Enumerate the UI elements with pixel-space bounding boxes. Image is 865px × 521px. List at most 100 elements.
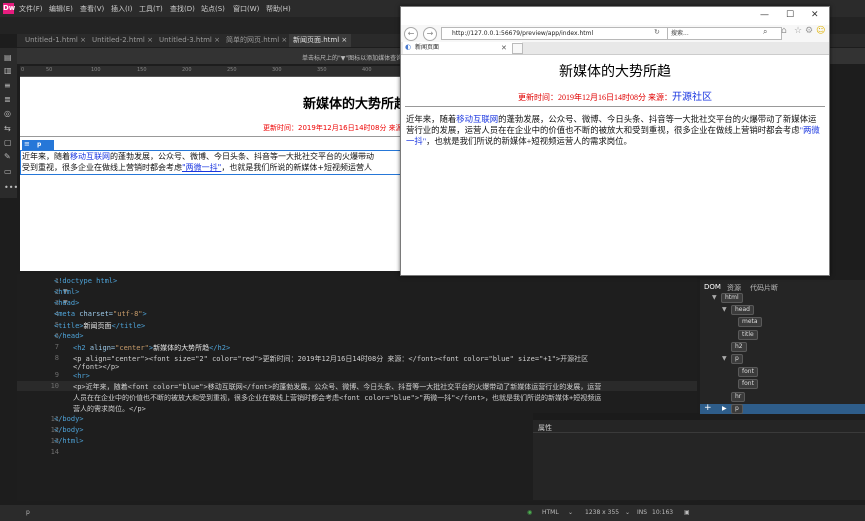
menu-site[interactable]: 站点(S) [201, 4, 225, 14]
browser-window: — ☐ ✕ ← → http://127.0.0.1:56679/preview… [400, 6, 830, 276]
chevron-down-icon[interactable]: ⌄ [625, 509, 630, 516]
format-icon[interactable]: ≡ [4, 82, 13, 90]
chat-icon[interactable]: ▭ [4, 168, 13, 176]
expand-icon[interactable]: ▶ [722, 405, 727, 412]
line-number: 9 [54, 371, 59, 379]
code-line: </head> [54, 332, 84, 340]
code-line: <h2 align="center">新媒体的大势所趋</h2> [73, 343, 230, 353]
tab-dom[interactable]: DOM [704, 283, 721, 291]
file-icon[interactable]: ▤ [4, 54, 13, 62]
menu-find[interactable]: 查找(D) [170, 4, 195, 14]
tab-assets[interactable]: 资源 [727, 283, 741, 293]
language-select[interactable]: HTML [542, 509, 559, 516]
dom-node-head[interactable]: head [731, 305, 754, 315]
expand-icon[interactable]: ▼ [722, 306, 727, 313]
tab-untitled-1[interactable]: Untitled-1.html × [21, 34, 90, 47]
back-button[interactable]: ← [404, 27, 418, 41]
code-token: <!doctype html> [54, 277, 118, 285]
target-icon[interactable]: ◎ [4, 110, 13, 118]
close-tab-icon[interactable]: ✕ [501, 42, 507, 54]
menu-edit[interactable]: 编辑(E) [49, 4, 73, 14]
minimize-button[interactable]: — [760, 10, 769, 20]
code-token: 新闻页面 [83, 322, 112, 330]
ruler-tick: 250 [227, 67, 237, 73]
menu-window[interactable]: 窗口(W) [233, 4, 259, 14]
live-view[interactable]: 新媒体的大势所趋 更新时间：2019年12月16日14时08分 来源： ≡ p … [20, 77, 400, 271]
edit-icon[interactable]: ✎ [4, 153, 13, 161]
new-tab-button[interactable] [512, 43, 523, 54]
dom-node-meta[interactable]: meta [738, 317, 762, 327]
cursor-position: 10:163 [652, 509, 674, 516]
live-date-line[interactable]: 更新时间：2019年12月16日14时08分 来源： [263, 123, 400, 133]
dom-node-h2[interactable]: h2 [731, 342, 747, 352]
refresh-icon[interactable]: ↻ [654, 28, 660, 36]
ruler-tick: 350 [317, 67, 327, 73]
date-text: 更新时间：2019年12月16日14时08分 来源： [518, 93, 672, 102]
live-paragraph[interactable]: 近年来，随着移动互联网的蓬勃发展，公众号、微博、今日头条、抖音等一大批社交平台的… [22, 151, 400, 173]
window-size[interactable]: 1238 x 355 [585, 509, 619, 516]
dom-node-hr[interactable]: hr [731, 392, 746, 402]
tab-snippets[interactable]: 代码片断 [750, 283, 778, 293]
tab-simple-page[interactable]: 简单的网页.html × [222, 34, 291, 47]
tag-selector[interactable]: p [26, 509, 30, 516]
live-heading[interactable]: 新媒体的大势所趋 [303, 93, 400, 112]
gear-icon[interactable]: ⚙ [805, 26, 813, 36]
code-line: <p align="center"><font size="2" color="… [73, 355, 589, 363]
dom-node-html[interactable]: html [721, 293, 743, 303]
live-divider [20, 136, 400, 137]
chevron-down-icon[interactable]: ⌄ [568, 509, 573, 516]
menu-help[interactable]: 帮助(H) [266, 4, 291, 14]
browser-tab-label: 新闻页面 [415, 44, 440, 51]
code-line: <hr> [73, 372, 90, 380]
maximize-button[interactable]: ☐ [786, 10, 794, 20]
home-icon[interactable]: ⌂ [781, 26, 787, 36]
expand-icon[interactable]: ▼ [712, 294, 717, 301]
dom-node-title[interactable]: title [738, 330, 758, 340]
dom-node-font[interactable]: font [738, 367, 758, 377]
dom-node-font[interactable]: font [738, 379, 758, 389]
more-icon[interactable]: ••• [4, 184, 18, 192]
code-token: <head> [54, 299, 80, 307]
indent-icon[interactable]: ≣ [4, 96, 13, 104]
code-token: <h2 [73, 344, 90, 352]
live-p-text: 近年来，随着 [22, 152, 70, 161]
tab-news-page[interactable]: 新闻页面.html × [289, 34, 352, 47]
url-input[interactable]: http://127.0.0.1:56679/preview/app/index… [441, 27, 675, 40]
live-p-link: "两微一抖" [182, 163, 222, 172]
page-date-line: 更新时间：2019年12月16日14时08分 来源：开源社区 [401, 88, 829, 103]
insert-mode[interactable]: INS [637, 509, 647, 516]
browser-address-bar: ← → http://127.0.0.1:56679/preview/app/i… [401, 25, 829, 42]
menu-view[interactable]: 查看(V) [80, 4, 104, 14]
panel-gap [533, 413, 700, 420]
left-toolbar: ▤ ▥ ≡ ≣ ◎ ⇆ ▢ ✎ ▭ ••• [0, 48, 18, 198]
code-token: </head> [54, 332, 84, 340]
live-p-text: 的蓬勃发展，公众号、微博、今日头条、抖音等一大批社交平台的火爆带动 [110, 152, 374, 161]
search-icon[interactable]: ⌕ [763, 27, 767, 37]
check-icon[interactable]: ◉ [527, 509, 532, 516]
close-button[interactable]: ✕ [811, 10, 819, 20]
ruler-tick: 150 [137, 67, 147, 73]
ruler-tick: 100 [91, 67, 101, 73]
files-icon[interactable]: ▥ [4, 67, 13, 75]
preview-icon[interactable]: ▣ [684, 509, 690, 516]
ruler[interactable]: 0 50 100 150 200 250 300 350 400 [20, 66, 400, 77]
dom-node-p[interactable]: p [731, 354, 743, 364]
forward-button[interactable]: → [423, 27, 437, 41]
add-icon[interactable]: + [704, 404, 712, 413]
code-token: </title> [111, 322, 146, 330]
menu-tools[interactable]: 工具(T) [139, 4, 163, 14]
tab-untitled-3[interactable]: Untitled-3.html × [155, 34, 224, 47]
dom-node-p[interactable]: p [731, 404, 743, 414]
star-icon[interactable]: ☆ [794, 26, 802, 36]
smiley-icon[interactable]: ☺ [816, 26, 825, 36]
comment-icon[interactable]: ▢ [4, 139, 13, 147]
menu-insert[interactable]: 插入(I) [111, 4, 133, 14]
code-line: <head> [54, 299, 79, 307]
menu-file[interactable]: 文件(F) [19, 4, 43, 14]
tab-untitled-2[interactable]: Untitled-2.html × [88, 34, 157, 47]
split-icon[interactable]: ⇆ [4, 125, 13, 133]
expand-icon[interactable]: ▼ [722, 355, 727, 362]
menu-icon[interactable]: ≡ [24, 140, 30, 148]
source-text: 开源社区 [672, 92, 712, 103]
browser-tab[interactable]: 新闻页面 ✕ [403, 42, 522, 54]
